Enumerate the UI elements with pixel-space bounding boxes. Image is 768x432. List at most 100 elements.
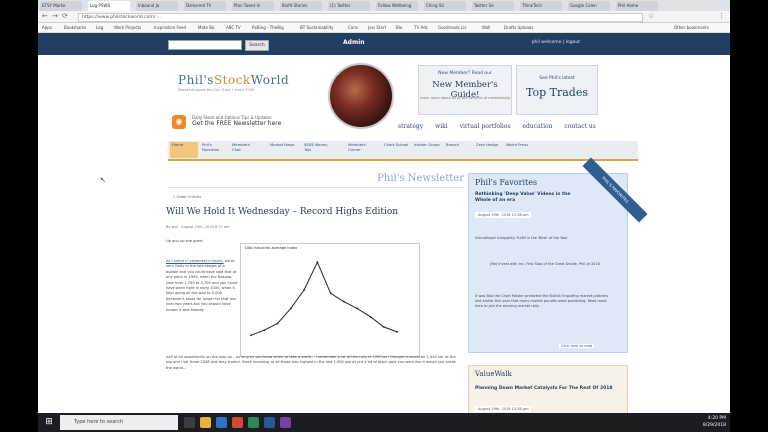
bookmark-item[interactable]: RsBing - TheBig xyxy=(252,23,284,32)
sidebar-read-link[interactable]: Click here to read xyxy=(559,344,594,348)
article-title[interactable]: Will We Hold It Wednesday – Record Highs… xyxy=(166,207,398,217)
address-bar-row: ← → ⟳ https://www.philstockworld.com/ ..… xyxy=(38,11,730,23)
bookmark-item[interactable]: Other bookmarks xyxy=(674,23,709,32)
word-icon[interactable] xyxy=(264,417,275,428)
bookmark-item[interactable]: Wall xyxy=(482,23,490,32)
nav-contact-us[interactable]: contact us xyxy=(564,123,595,130)
bookmark-item[interactable]: Work Projects xyxy=(114,23,141,32)
promo-headline: Top Trades xyxy=(526,86,588,99)
chart-point xyxy=(250,334,252,337)
bookmark-item[interactable]: TV Ads xyxy=(414,23,428,32)
browser-tab[interactable]: Plan Tweet In xyxy=(232,1,274,11)
browser-tab[interactable]: Twitter Se xyxy=(472,1,514,11)
browser-tab[interactable]: ETSY Marke xyxy=(40,1,82,11)
back-icon[interactable]: ← xyxy=(42,12,48,21)
chart-point xyxy=(329,292,332,295)
tab-world-press[interactable]: World Press xyxy=(504,142,532,158)
browser-tab[interactable]: Biofit Stories xyxy=(280,1,322,11)
forward-icon[interactable]: → xyxy=(52,12,58,21)
browser-tab[interactable]: Phil Home xyxy=(616,1,658,11)
newsletter-signup[interactable]: Daily Stock and Options Tips & Updates G… xyxy=(192,115,281,127)
browser-tab[interactable]: Delivered Th xyxy=(184,1,226,11)
site-search-input[interactable] xyxy=(168,40,242,50)
browser-tab[interactable]: (1) Twitter xyxy=(328,1,370,11)
windows-taskbar: ⊞ ⌕ Type here to search 4:20 PM 8/29/201… xyxy=(38,413,730,432)
chrome-icon[interactable] xyxy=(232,417,243,428)
bookmark-item[interactable]: Mate Bo xyxy=(198,23,214,32)
sidebar-item-title[interactable]: Rethinking 'Deep Value' Videos in the Wh… xyxy=(475,192,585,204)
valuewalk-item-title[interactable]: Planning Down Market Catalysts For The R… xyxy=(475,386,621,392)
tab-market-news[interactable]: Market News xyxy=(268,142,296,158)
nav-strategy[interactable]: strategy xyxy=(398,123,423,130)
tab-zero-hedge[interactable]: Zero Hedge xyxy=(474,142,502,158)
chart-point xyxy=(396,331,398,333)
bookmark-item[interactable]: Blo xyxy=(396,23,402,32)
site-logo[interactable]: Phil'sStockWorld xyxy=(178,73,289,87)
file-explorer-icon[interactable] xyxy=(200,417,211,428)
tab-money-talk[interactable]: $$$$ Money Talk xyxy=(302,142,330,158)
bookmark-item[interactable]: Apps xyxy=(42,23,52,32)
bookmark-item[interactable]: Goodreads Lis xyxy=(438,23,466,32)
browser-tab-active[interactable]: Log PSWB xyxy=(88,1,130,11)
tab-members-corner[interactable]: Members' Corner xyxy=(346,142,374,158)
chart-point xyxy=(382,325,385,328)
bookmark-item[interactable]: Inspiration Feed xyxy=(154,23,186,32)
article-body-text: we're very likely in the late stages of … xyxy=(166,259,238,312)
promo-small-text: New Member? Read our xyxy=(438,71,492,76)
site-admin-bar: Search Admin phil welcome | logout xyxy=(38,33,730,55)
admin-link[interactable]: Admin xyxy=(343,39,365,46)
bookmark-item[interactable]: Cons xyxy=(348,23,358,32)
browser-tab-strip: ETSY Marke Log PSWB Inbound Ja Delivered… xyxy=(38,0,730,11)
favorites-ribbon: PHIL'S FAVORITES xyxy=(582,157,648,223)
chart-title: DJIA Industrial Average Index xyxy=(245,246,298,250)
browser-tab[interactable]: Follow Wellbeing xyxy=(376,1,418,11)
bookmark-item[interactable]: ABC TV xyxy=(226,23,241,32)
tab-phils-favorites[interactable]: Phil's Favorites xyxy=(200,142,228,158)
rss-icon[interactable]: ◉ xyxy=(172,115,186,129)
chart-point xyxy=(263,329,266,332)
excel-icon[interactable] xyxy=(248,417,259,428)
yesterday-report-link[interactable]: As I noted in yesterday's report, xyxy=(166,259,224,263)
site-body: Phil'sStockWorld Market Analysis You Can… xyxy=(38,55,730,427)
top-trades-promo[interactable]: See Phil's latest Top Trades xyxy=(516,65,598,115)
bookmark-item[interactable]: BT Sustainability xyxy=(300,23,334,32)
valuewalk-title[interactable]: ValueWalk xyxy=(475,370,512,378)
new-member-guide-promo[interactable]: New Member? Read our New Member's Guide!… xyxy=(418,65,512,115)
url-input[interactable]: https://www.philstockworld.com/ ... xyxy=(78,13,643,22)
tab-members-chat[interactable]: Members' Chat xyxy=(230,142,258,158)
tab-chart-school[interactable]: Chart School xyxy=(382,142,410,158)
browser-tab[interactable]: Inbound Ja xyxy=(136,1,178,11)
taskbar-search-input[interactable]: Type here to search xyxy=(60,415,178,430)
tab-breach[interactable]: Breach xyxy=(444,142,472,158)
browser-tab[interactable]: ThinkTech xyxy=(520,1,562,11)
edge-icon[interactable] xyxy=(216,417,227,428)
bookmark-item[interactable]: Drafts Uploads xyxy=(504,23,534,32)
task-view-icon[interactable] xyxy=(184,417,195,428)
nav-virtual-portfolios[interactable]: virtual portfolios xyxy=(460,123,511,130)
welcome-text[interactable]: phil welcome | logout xyxy=(532,40,580,45)
tab-home[interactable]: Home xyxy=(170,142,198,158)
older-entries-link[interactable]: « Older Entries xyxy=(173,194,201,199)
logo-world: World xyxy=(250,73,290,87)
tab-insider-group[interactable]: Insider Group xyxy=(412,142,440,158)
site-search-button[interactable]: Search xyxy=(245,40,269,51)
bookmark-item[interactable]: Bookmarks xyxy=(64,23,86,32)
sidebar-title[interactable]: Phil's Favorites xyxy=(475,178,537,187)
browser-tab[interactable]: Ching Sti xyxy=(424,1,466,11)
promo-tiny-text: Learn more about all of the benefits of … xyxy=(419,96,511,100)
chart-point xyxy=(356,307,359,310)
reload-icon[interactable]: ⟳ xyxy=(62,12,68,21)
bookmark-item[interactable]: Jaxi Start xyxy=(368,23,386,32)
taskbar-clock[interactable]: 4:20 PM 8/29/2018 xyxy=(703,415,726,429)
chart-point xyxy=(289,307,292,310)
nav-wiki[interactable]: wiki xyxy=(435,123,448,130)
sidebar-text: (Re) Invest with Inc. First Stop of the … xyxy=(490,262,600,266)
browser-tab[interactable]: Google Calen xyxy=(568,1,610,11)
star-icon[interactable]: ☆ xyxy=(648,12,654,21)
bookmark-item[interactable]: Log xyxy=(96,23,103,32)
article-body-left: As I noted in yesterday's report, we're … xyxy=(166,259,238,313)
menu-icon[interactable]: ⋮ xyxy=(718,12,725,21)
onenote-icon[interactable] xyxy=(280,417,291,428)
windows-start-icon[interactable]: ⊞ xyxy=(40,413,58,432)
nav-education[interactable]: education xyxy=(522,123,552,130)
